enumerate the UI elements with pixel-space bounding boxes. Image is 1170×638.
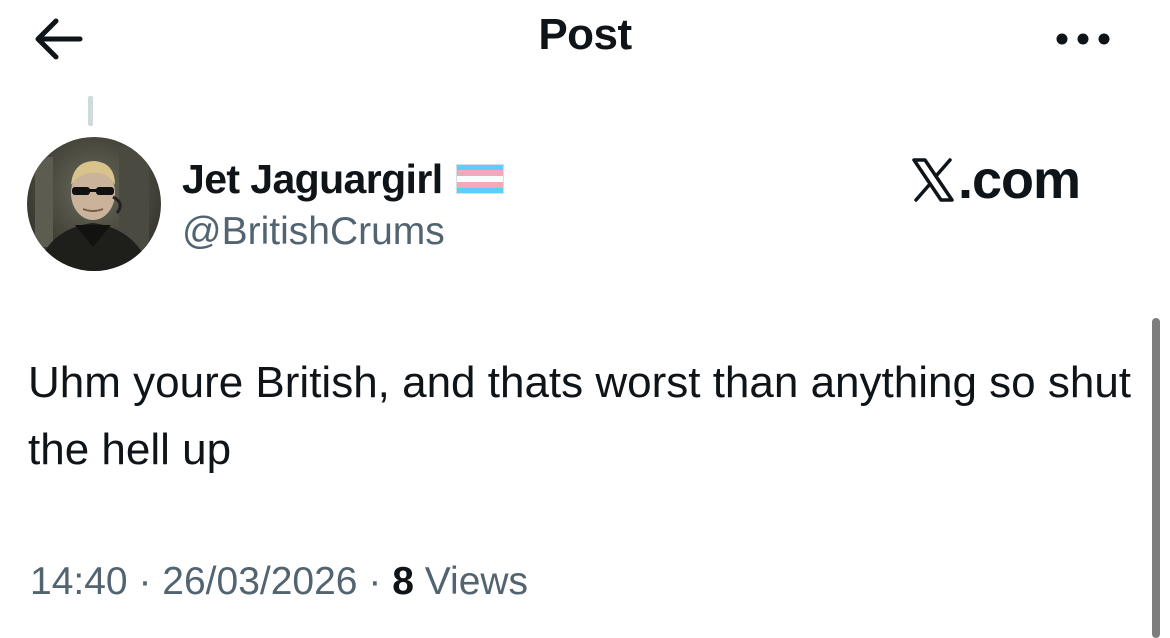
more-horizontal-icon [1056,33,1110,45]
x-com-watermark: .com [912,150,1081,210]
thread-connector-line [88,96,93,126]
author-name[interactable]: Jet Jaguargirl [182,156,443,203]
transgender-flag-icon [456,164,505,194]
author-avatar[interactable] [27,137,161,271]
x-logo-icon [912,158,954,202]
views-label[interactable]: Views [425,560,528,603]
meta-separator: · [138,560,152,603]
post-metadata: 14:40 · 26/03/2026 · 8 Views [30,560,528,604]
user-avatar [27,137,161,271]
more-options-button[interactable] [1052,24,1116,54]
post-time[interactable]: 14:40 [30,560,128,603]
post-date[interactable]: 26/03/2026 [162,560,357,603]
author-handle[interactable]: @BritishCrums [182,210,445,254]
scrollbar[interactable] [1152,318,1160,638]
top-bar: Post [0,0,1170,80]
meta-separator: · [368,560,382,603]
post-text: Uhm youre British, and thats worst than … [28,358,1132,474]
page-title: Post [538,10,632,59]
views-count[interactable]: 8 [392,560,414,603]
brand-domain-text: .com [958,150,1081,210]
author-name-row: Jet Jaguargirl [182,153,505,205]
